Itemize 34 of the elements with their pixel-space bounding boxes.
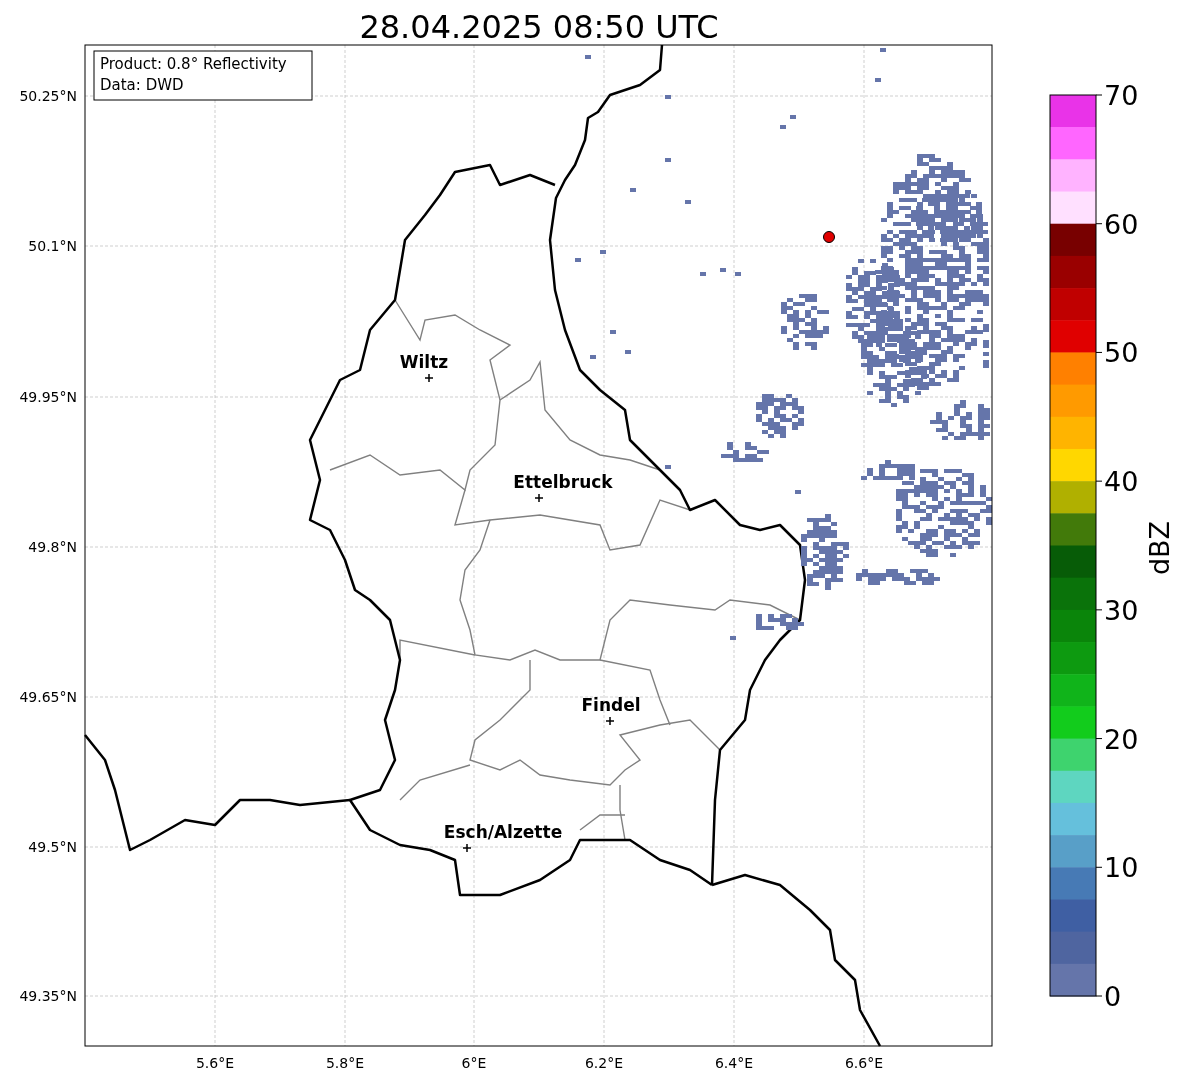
- latitude-label: 49.5°N: [28, 839, 77, 855]
- city-marker-icon: [534, 493, 544, 503]
- longitude-label: 5.8°E: [325, 1055, 365, 1071]
- city-label: Wiltz: [399, 352, 449, 372]
- latitude-label: 49.8°N: [28, 539, 77, 555]
- latitude-label: 49.35°N: [19, 988, 77, 1004]
- legend-text: Product: 0.8° Reflectivity: [100, 55, 287, 73]
- longitude-label: 5.6°E: [195, 1055, 235, 1071]
- latitude-label: 49.95°N: [19, 389, 77, 405]
- latitude-label: 50.25°N: [19, 88, 77, 104]
- longitude-label: 6.2°E: [584, 1055, 624, 1071]
- city-marker-icon: [424, 373, 434, 383]
- legend-text: Data: DWD: [100, 76, 184, 94]
- latitude-label: 50.1°N: [28, 238, 77, 254]
- colorbar-tick-label: 30: [1104, 594, 1139, 626]
- city-label: Esch/Alzette: [443, 822, 563, 842]
- colorbar-tick-label: 50: [1104, 337, 1139, 369]
- longitude-label: 6°E: [461, 1055, 487, 1071]
- city-label: Ettelbruck: [513, 472, 613, 492]
- city-label: Findel: [581, 695, 641, 715]
- radar-site-marker: [823, 231, 835, 243]
- longitude-label: 6.6°E: [844, 1055, 884, 1071]
- chart-title: 28.04.2025 08:50 UTC: [359, 8, 719, 46]
- colorbar-tick-label: 40: [1104, 466, 1139, 498]
- city-marker-icon: [462, 843, 472, 853]
- colorbar-tick-label: 0: [1104, 981, 1122, 1012]
- city-marker-icon: [605, 716, 615, 726]
- colorbar-tick-label: 10: [1104, 852, 1139, 884]
- colorbar-title: dBZ: [1144, 520, 1175, 576]
- latitude-label: 49.65°N: [19, 689, 77, 705]
- colorbar-tick-label: 70: [1104, 80, 1139, 111]
- colorbar-tick-label: 20: [1104, 723, 1139, 755]
- colorbar-tick-label: 60: [1104, 208, 1139, 240]
- longitude-label: 6.4°E: [714, 1055, 754, 1071]
